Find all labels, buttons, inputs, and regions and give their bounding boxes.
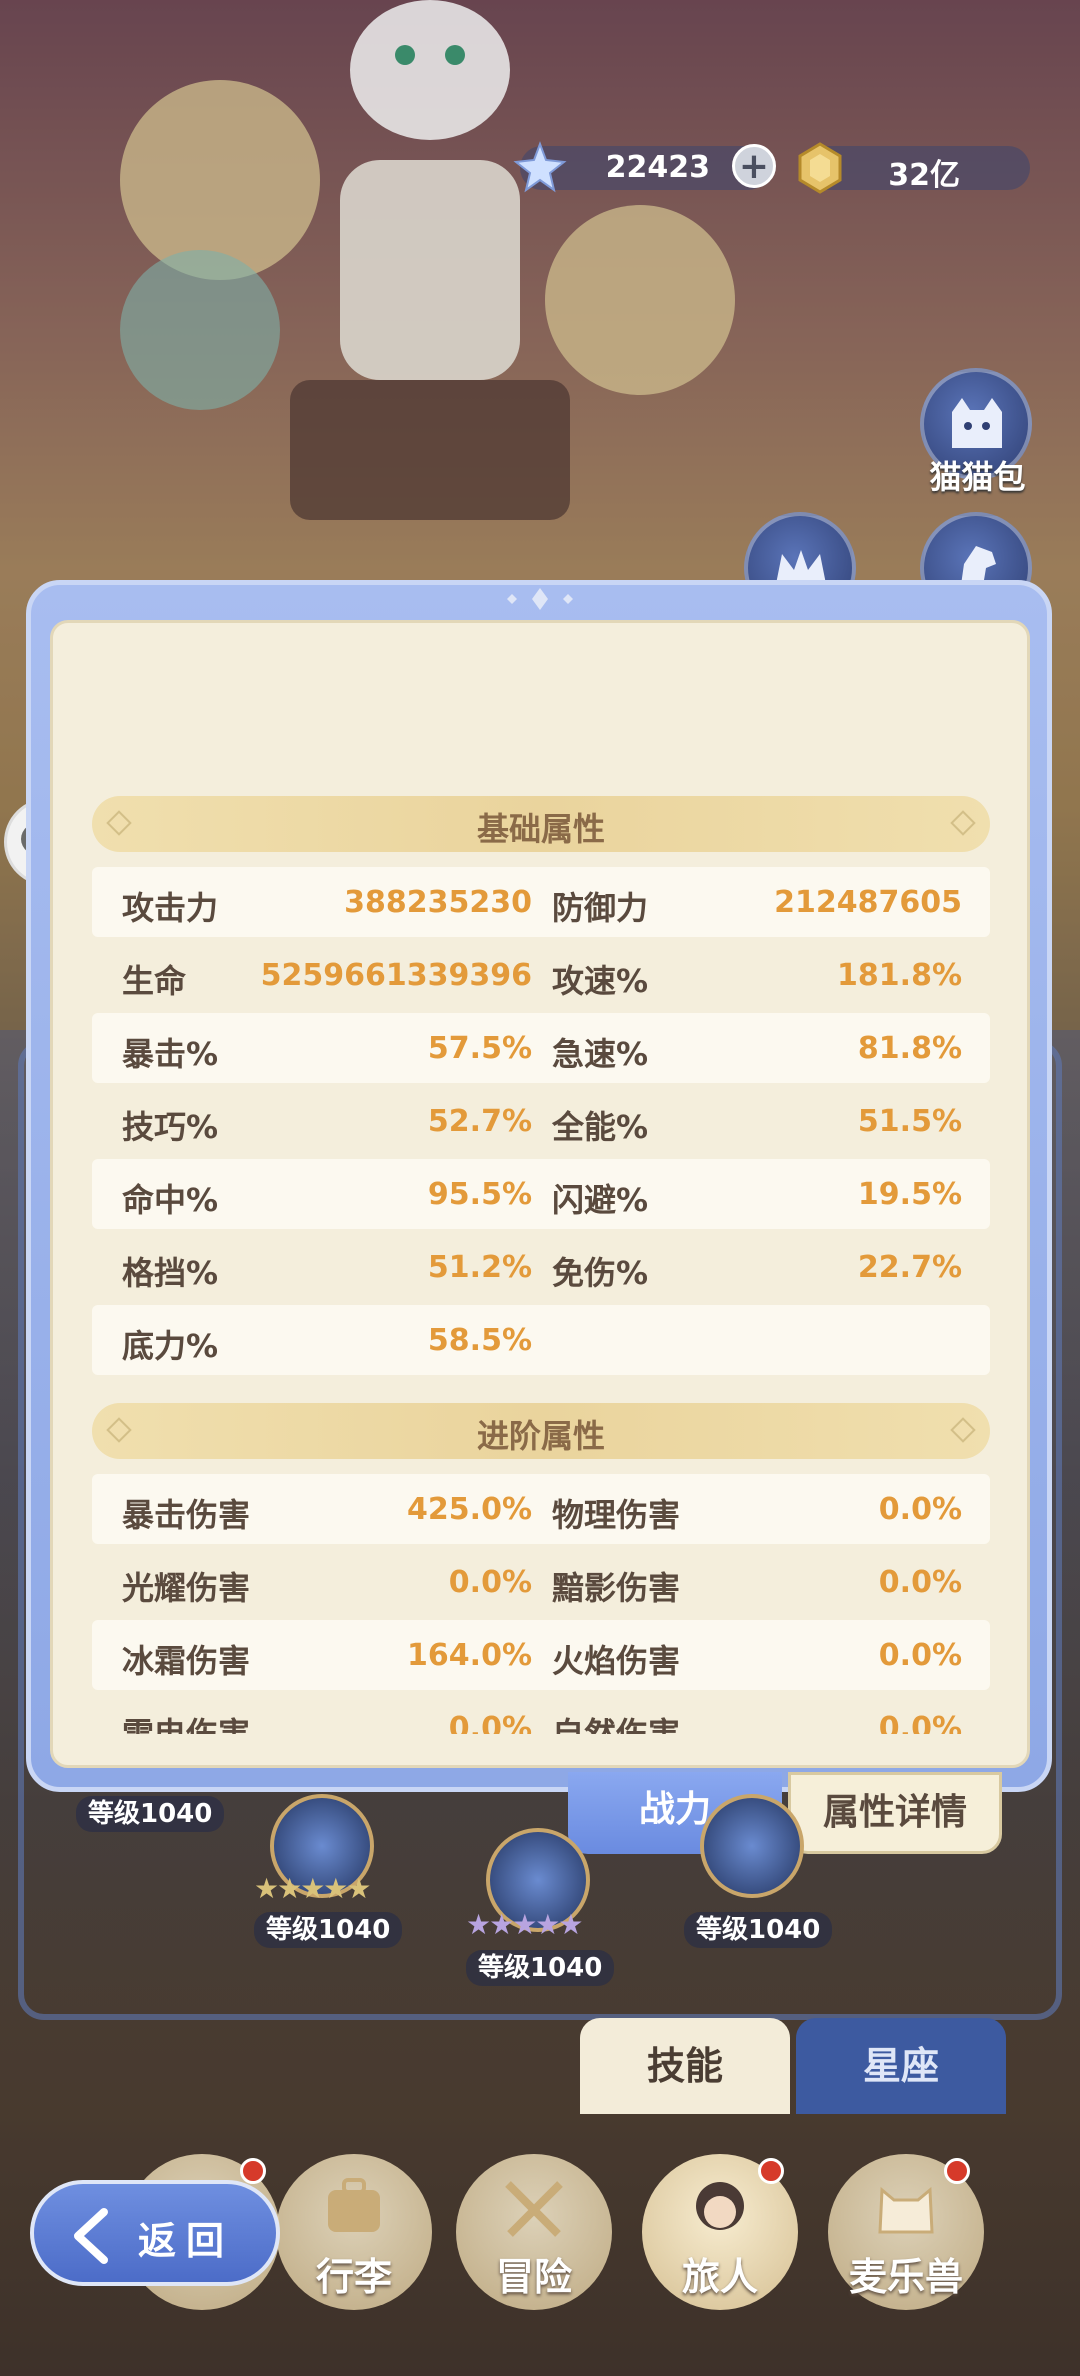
gold-coin-icon: [798, 142, 842, 194]
advanced-attributes-title: 进阶属性: [476, 1417, 605, 1455]
attribute-value: 0.0%: [448, 1711, 532, 1734]
tab-constellation[interactable]: 星座: [796, 2018, 1006, 2114]
character-illustration: [120, 0, 735, 520]
cat-bag-icon: [952, 398, 1002, 448]
nav-label-luggage: 行李: [315, 2255, 392, 2299]
attribute-label: 命中%: [122, 1181, 219, 1219]
attribute-row: 生命 5259661339396 攻速% 181.8%: [92, 940, 990, 1010]
attribute-value: 0.0%: [448, 1565, 532, 1600]
tab-attribute-details[interactable]: 属性详情: [788, 1772, 1002, 1854]
attribute-label: 底力%: [122, 1327, 219, 1365]
nav-item-pets[interactable]: 麦乐兽: [828, 2154, 984, 2334]
attribute-value: 0.0%: [878, 1492, 962, 1527]
attribute-label: 生命: [122, 962, 187, 1000]
diamond-icon: [513, 141, 567, 193]
attribute-label: 物理伤害: [552, 1496, 681, 1534]
attribute-row: 冰霜伤害 164.0% 火焰伤害 0.0%: [92, 1620, 990, 1690]
attribute-label: 冰霜伤害: [122, 1642, 251, 1680]
nav-item-adventure[interactable]: 冒险: [456, 2154, 612, 2334]
gold-amount: 32亿: [888, 158, 960, 193]
attribute-label: 技巧%: [122, 1108, 219, 1146]
skill-level-tag: 等级1040: [466, 1950, 615, 1986]
attribute-row: 技巧% 52.7% 全能% 51.5%: [92, 1086, 990, 1156]
skill-stars: ★★★★★: [466, 1908, 584, 1941]
attribute-value: 388235230: [344, 885, 532, 920]
attribute-label: 闪避%: [552, 1181, 649, 1219]
attribute-value: 81.8%: [857, 1031, 962, 1066]
attribute-label: 自然伤害: [552, 1715, 681, 1734]
diamond-currency: 22423 +: [513, 141, 776, 193]
attribute-value: 0.0%: [878, 1565, 962, 1600]
traveler-avatar-icon: [696, 2182, 744, 2230]
attribute-row: 攻击力 388235230 防御力 212487605: [92, 867, 990, 937]
nav-item-luggage[interactable]: 行李: [276, 2154, 432, 2334]
notification-dot: [758, 2158, 784, 2184]
attribute-label: 免伤%: [552, 1254, 649, 1292]
attribute-label: 暴击%: [122, 1035, 219, 1073]
advanced-attributes-header: 进阶属性: [92, 1403, 990, 1459]
notification-dot: [944, 2158, 970, 2184]
attribute-value: 212487605: [774, 885, 962, 920]
add-diamond-button[interactable]: +: [732, 144, 776, 188]
nav-label-traveler: 旅人: [681, 2255, 758, 2299]
attribute-label: 雷电伤害: [122, 1715, 251, 1734]
attribute-label: 暴击伤害: [122, 1496, 251, 1534]
attribute-label: 防御力: [552, 889, 649, 927]
skill-node[interactable]: [700, 1794, 804, 1898]
attribute-value: 58.5%: [427, 1323, 532, 1358]
skill-stars: ★★★★★: [254, 1872, 372, 1905]
attribute-value: 164.0%: [407, 1638, 532, 1673]
attribute-row: 暴击伤害 425.0% 物理伤害 0.0%: [92, 1474, 990, 1544]
attribute-label: 攻速%: [552, 962, 649, 1000]
skill-level-tag: 等级1040: [684, 1912, 833, 1948]
attribute-row: 雷电伤害 0.0% 自然伤害 0.0%: [92, 1693, 990, 1734]
skill-level-tag: 等级1040: [76, 1796, 225, 1832]
attribute-label: 全能%: [552, 1108, 649, 1146]
attribute-value: 425.0%: [407, 1492, 532, 1527]
nav-item-traveler[interactable]: 旅人: [642, 2154, 798, 2334]
attribute-value: 5259661339396: [260, 958, 532, 993]
back-arrow-icon: [74, 2208, 108, 2264]
cat-bag-label: 猫猫包: [929, 458, 1026, 496]
attribute-value: 181.8%: [837, 958, 962, 993]
attribute-value: 57.5%: [427, 1031, 532, 1066]
basic-attributes-header: 基础属性: [92, 796, 990, 852]
back-label: 返回: [138, 2219, 235, 2263]
diamond-amount: 22423: [605, 150, 710, 185]
attribute-row: 格挡% 51.2% 免伤% 22.7%: [92, 1232, 990, 1302]
attribute-value: 51.2%: [427, 1250, 532, 1285]
attribute-label: 黯影伤害: [552, 1569, 681, 1607]
attribute-label: 攻击力: [122, 889, 219, 927]
basic-attributes-title: 基础属性: [476, 810, 605, 848]
luggage-icon: [328, 2178, 380, 2232]
attribute-value: 0.0%: [878, 1638, 962, 1673]
pet-cat-icon: [878, 2186, 934, 2234]
attribute-value: 22.7%: [857, 1250, 962, 1285]
back-button[interactable]: 返回: [30, 2180, 280, 2286]
attribute-row: 命中% 95.5% 闪避% 19.5%: [92, 1159, 990, 1229]
nav-label-pets: 麦乐兽: [848, 2255, 963, 2299]
attribute-label: 火焰伤害: [552, 1642, 681, 1680]
attribute-row: 底力% 58.5%: [92, 1305, 990, 1375]
attribute-row: 暴击% 57.5% 急速% 81.8%: [92, 1013, 990, 1083]
attribute-row: 光耀伤害 0.0% 黯影伤害 0.0%: [92, 1547, 990, 1617]
attribute-value: 95.5%: [427, 1177, 532, 1212]
attribute-label: 急速%: [552, 1035, 649, 1073]
nav-label-adventure: 冒险: [495, 2255, 572, 2299]
attribute-value: 19.5%: [857, 1177, 962, 1212]
gold-currency: 32亿: [798, 142, 1030, 194]
crossed-swords-icon: [505, 2181, 563, 2237]
modal-ornament: [507, 588, 573, 610]
tab-skills[interactable]: 技能: [580, 2018, 790, 2114]
skill-level-tag: 等级1040: [254, 1912, 403, 1948]
attribute-label: 光耀伤害: [122, 1569, 251, 1607]
notification-dot: [240, 2158, 266, 2184]
attribute-scroll-list[interactable]: 基础属性 攻击力 388235230 防御力 212487605 生命 5259…: [92, 796, 990, 1734]
attribute-value: 0.0%: [878, 1711, 962, 1734]
attribute-value: 51.5%: [857, 1104, 962, 1139]
attribute-value: 52.7%: [427, 1104, 532, 1139]
attribute-label: 格挡%: [122, 1254, 219, 1292]
